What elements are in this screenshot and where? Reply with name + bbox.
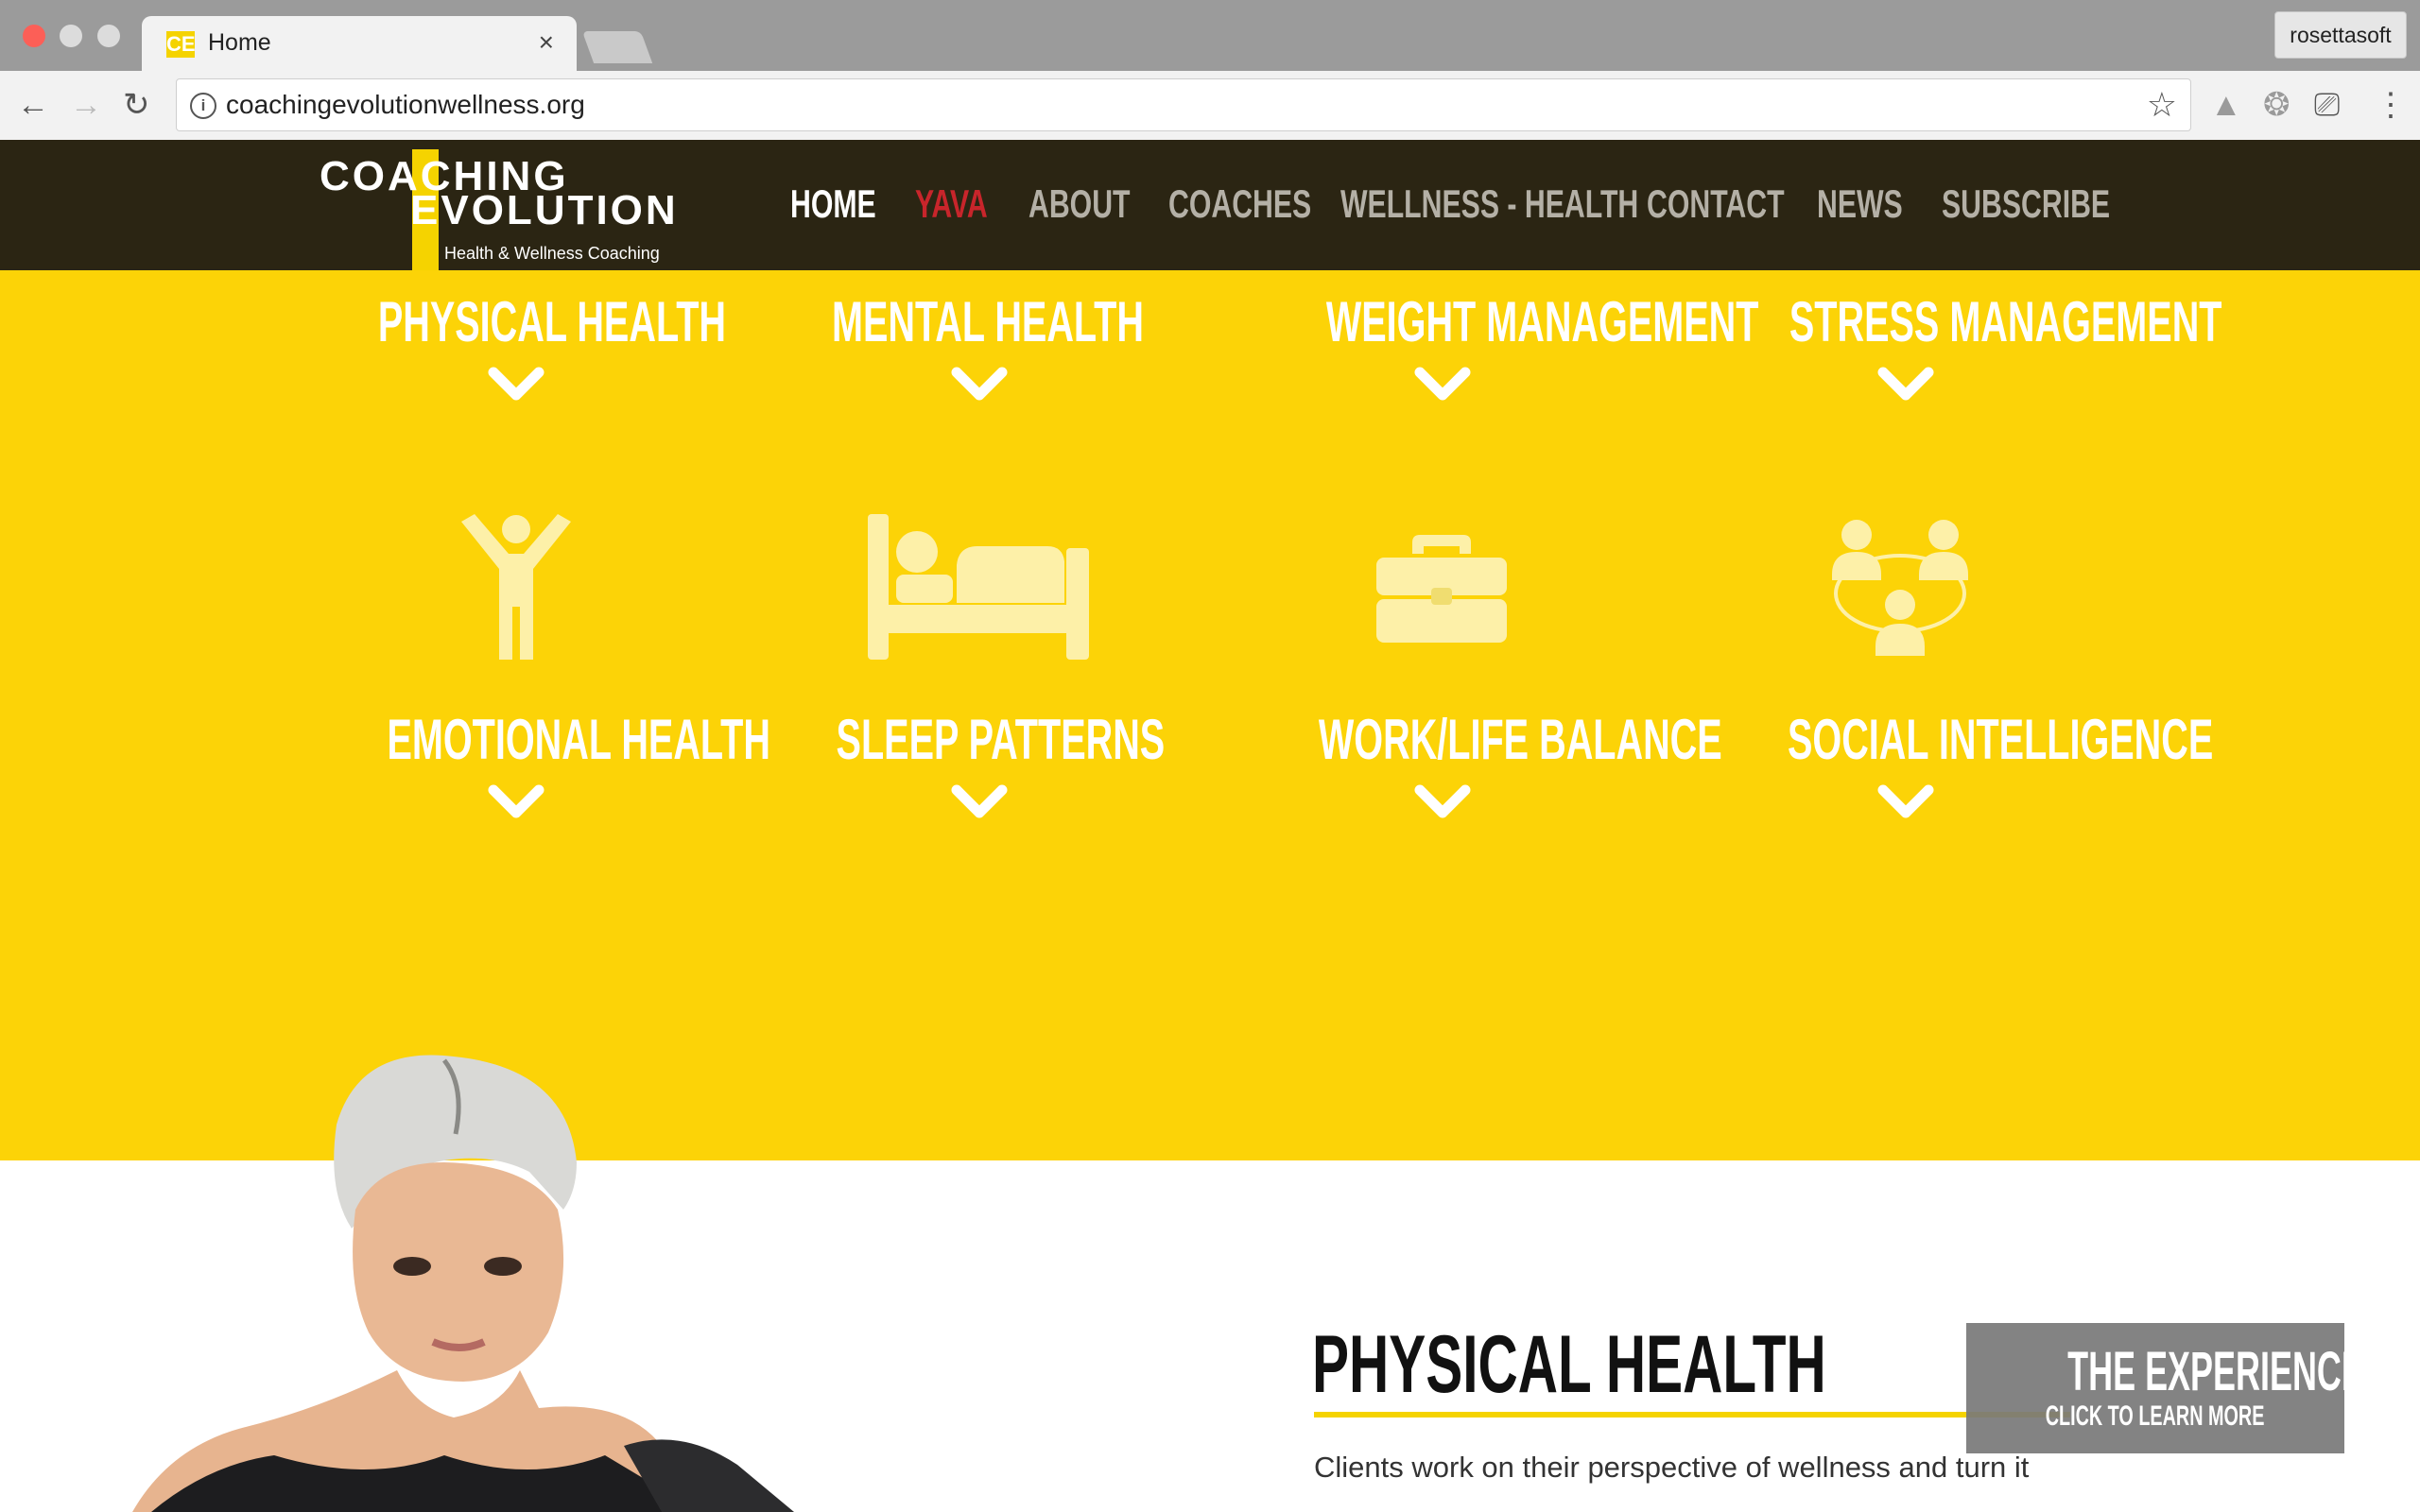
experience-title: THE EXPERIENCE™	[2067, 1341, 2398, 1402]
categories-section: PHYSICAL HEALTH MENTAL HEALTH WEIGHT MAN…	[0, 270, 2420, 1160]
tab-title: Home	[208, 29, 271, 56]
browser-toolbar: ← → ↻ i coachingevolutionwellness.org ☆ …	[0, 71, 2420, 141]
category-work-life-balance[interactable]: WORK/LIFE BALANCE	[1215, 707, 1722, 772]
browser-tab[interactable]: CE Home ×	[142, 16, 577, 71]
extension-icon[interactable]: ❂	[2263, 86, 2290, 124]
url-text: coachingevolutionwellness.org	[226, 90, 585, 119]
bookmark-star-icon[interactable]: ☆	[2147, 85, 2177, 125]
social-network-icon	[1832, 520, 1968, 656]
drive-extension-icon[interactable]: ▲	[2210, 86, 2242, 124]
category-physical-health[interactable]: PHYSICAL HEALTH	[288, 289, 742, 354]
cast-icon[interactable]: ⎚	[2314, 86, 2340, 124]
close-tab-icon[interactable]: ×	[539, 27, 554, 58]
site-logo[interactable]: COACHING EVOLUTION Health & Wellness Coa…	[320, 149, 679, 282]
briefcase-icon	[1376, 535, 1507, 643]
category-sleep-patterns[interactable]: SLEEP PATTERNS	[752, 707, 1205, 772]
section-title: PHYSICAL HEALTH	[1312, 1319, 1826, 1410]
chevron-down-icon[interactable]	[951, 782, 1008, 820]
nav-news[interactable]: NEWS	[1817, 181, 1903, 227]
category-mental-health[interactable]: MENTAL HEALTH	[752, 289, 1205, 354]
experience-subtitle: CLICK TO LEARN MORE	[2046, 1400, 2265, 1432]
new-tab-button[interactable]	[581, 31, 653, 63]
menu-icon[interactable]: ⋮	[2375, 86, 2407, 124]
category-social-intelligence[interactable]: SOCIAL INTELLIGENCE	[1678, 707, 2213, 772]
forward-icon[interactable]: →	[70, 86, 102, 124]
maximize-window-button[interactable]	[97, 25, 120, 47]
nav-yava[interactable]: YAVA	[915, 181, 988, 227]
logo-tagline: Health & Wellness Coaching	[444, 244, 660, 263]
category-weight-management[interactable]: WEIGHT MANAGEMENT	[1215, 289, 1759, 354]
browser-tab-bar: CE Home × rosettasoft	[0, 0, 2420, 71]
nav-subscribe[interactable]: SUBSCRIBE	[1942, 181, 2110, 227]
chevron-down-icon[interactable]	[488, 365, 544, 403]
address-bar[interactable]: i coachingevolutionwellness.org ☆	[176, 78, 2191, 131]
reload-icon[interactable]: ↻	[123, 86, 150, 124]
minimize-window-button[interactable]	[60, 25, 82, 47]
bed-icon	[868, 514, 1089, 660]
chevron-down-icon[interactable]	[1414, 365, 1471, 403]
chevron-down-icon[interactable]	[488, 782, 544, 820]
nav-home[interactable]: HOME	[790, 181, 876, 227]
info-icon[interactable]: i	[190, 93, 216, 119]
favicon-icon: CE	[166, 31, 196, 58]
chevron-down-icon[interactable]	[1414, 782, 1471, 820]
profile-button[interactable]: rosettasoft	[2274, 11, 2407, 59]
site-header: COACHING EVOLUTION Health & Wellness Coa…	[0, 140, 2420, 278]
experience-cta[interactable]: THE EXPERIENCE™ CLICK TO LEARN MORE	[1966, 1323, 2398, 1453]
close-window-button[interactable]	[23, 25, 45, 47]
nav-about[interactable]: ABOUT	[1028, 181, 1131, 227]
back-icon[interactable]: ←	[17, 86, 49, 124]
chevron-down-icon[interactable]	[951, 365, 1008, 403]
category-emotional-health[interactable]: EMOTIONAL HEALTH	[288, 707, 770, 772]
title-underline	[1314, 1412, 2070, 1418]
nav-wellness-health[interactable]: WELLNESS - HEALTH	[1340, 181, 1638, 227]
woman-photo	[132, 1055, 794, 1512]
nav-contact[interactable]: CONTACT	[1647, 181, 1785, 227]
person-arms-up-icon	[461, 514, 571, 660]
nav-coaches[interactable]: COACHES	[1168, 181, 1311, 227]
logo-line2: EVOLUTION	[410, 187, 679, 233]
chevron-down-icon[interactable]	[1877, 782, 1934, 820]
category-stress-management[interactable]: STRESS MANAGEMENT	[1678, 289, 2222, 354]
chevron-down-icon[interactable]	[1877, 365, 1934, 403]
